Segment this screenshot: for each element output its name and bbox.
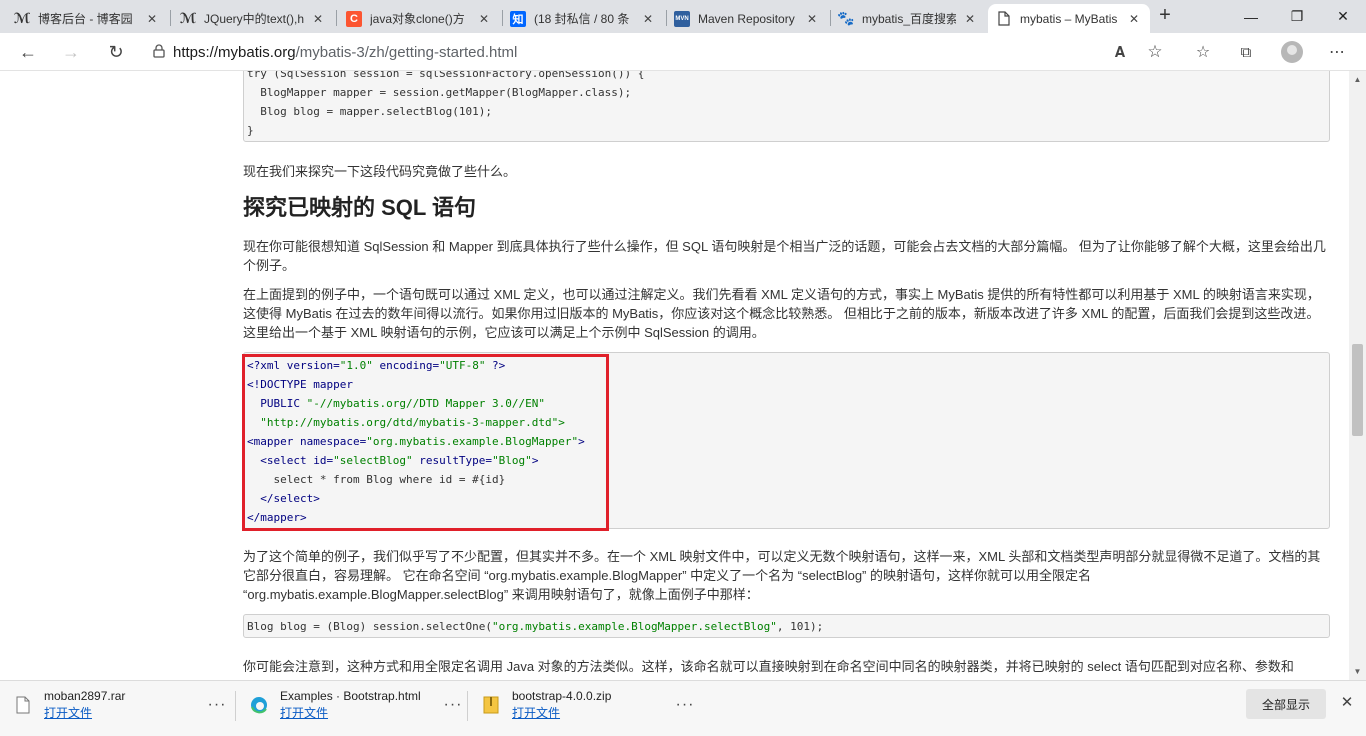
more-menu-icon[interactable]: ⋯ [1322, 37, 1352, 67]
code-line: try (SqlSession session = sqlSessionFact… [247, 71, 645, 80]
tab-jquery-text[interactable]: ℳ JQuery中的text(),h ✕ [172, 4, 334, 33]
close-icon[interactable]: ✕ [640, 12, 656, 26]
scroll-down-icon[interactable]: ▼ [1349, 663, 1366, 680]
new-tab-button[interactable]: + [1155, 5, 1175, 26]
code-line: } [247, 124, 254, 137]
download-item[interactable]: moban2897.rar 打开文件 ··· [0, 681, 232, 729]
collections-icon[interactable]: ⧉ [1231, 37, 1261, 67]
close-icon[interactable]: ✕ [310, 12, 326, 26]
section-heading: 探究已映射的 SQL 语句 [243, 195, 477, 220]
tab-title: mybatis – MyBatis [1020, 11, 1118, 26]
forward-icon[interactable]: → [56, 37, 86, 67]
address-bar[interactable]: https://mybatis.org/mybatis-3/zh/getting… [145, 37, 1175, 67]
tab-baidu-search[interactable]: 🐾 mybatis_百度搜索 ✕ [830, 4, 986, 33]
minimize-icon[interactable]: — [1228, 0, 1274, 33]
code-block-selectone: Blog blog = (Blog) session.selectOne("or… [243, 614, 1330, 638]
back-icon[interactable]: ← [13, 37, 43, 67]
close-download-bar-icon[interactable]: ✕ [1336, 693, 1358, 715]
more-options-icon[interactable]: ··· [438, 696, 468, 714]
baidu-icon: 🐾 [837, 10, 855, 26]
tab-mybatis-active[interactable]: mybatis – MyBatis ✕ [988, 4, 1150, 33]
download-item[interactable]: bootstrap-4.0.0.zip 打开文件 ··· [468, 681, 700, 729]
close-icon[interactable]: ✕ [1126, 12, 1142, 26]
bokeyuan-icon: ℳ [179, 10, 197, 26]
open-file-link[interactable]: 打开文件 [44, 705, 202, 722]
paragraph-explore: 现在我们来探究一下这段代码究竟做了些什么。 [243, 164, 517, 179]
more-options-icon[interactable]: ··· [202, 696, 232, 714]
close-icon[interactable]: ✕ [962, 12, 978, 26]
code-line: BlogMapper mapper = session.getMapper(Bl… [247, 86, 632, 99]
paragraph-namespace: 你可能会注意到，这种方式和用全限定名调用 Java 对象的方法类似。这样，该命名… [243, 659, 1294, 674]
red-highlight-box [242, 354, 609, 531]
download-item[interactable]: Examples · Bootstrap.html 打开文件 ··· [236, 681, 468, 729]
favorite-star-icon[interactable]: ☆ [1140, 37, 1170, 67]
open-file-link[interactable]: 打开文件 [280, 705, 438, 722]
tab-title: Maven Repository [698, 11, 795, 26]
close-icon[interactable]: ✕ [144, 12, 160, 26]
archive-file-icon [12, 694, 34, 716]
download-filename: Examples · Bootstrap.html [280, 689, 421, 703]
profile-avatar[interactable] [1277, 37, 1307, 67]
tab-title: (18 封私信 / 80 条 [534, 12, 630, 26]
read-aloud-icon[interactable]: 𝐀 [1105, 37, 1135, 67]
mvn-icon: MVN [674, 10, 690, 27]
close-icon[interactable]: ✕ [476, 12, 492, 26]
zip-file-icon [480, 694, 502, 716]
url-host: https://mybatis.org [173, 43, 296, 61]
page-icon [996, 11, 1012, 27]
browser-toolbar: ← → ↻ https://mybatis.org/mybatis-3/zh/g… [0, 33, 1366, 71]
more-options-icon[interactable]: ··· [670, 696, 700, 714]
download-bar: moban2897.rar 打开文件 ··· Examples · Bootst… [0, 680, 1366, 736]
tab-title: JQuery中的text(),h [204, 12, 304, 26]
code-line: Blog blog = mapper.selectBlog(101); [247, 105, 493, 118]
show-all-downloads-button[interactable]: 全部显示 [1246, 689, 1326, 719]
tab-strip: ℳ 博客后台 - 博客园 ✕ ℳ JQuery中的text(),h ✕ C ja… [0, 0, 1366, 33]
favorites-list-icon[interactable]: ☆ [1188, 37, 1218, 67]
vertical-scrollbar[interactable]: ▲ ▼ [1349, 71, 1366, 680]
zhihu-icon: 知 [510, 10, 526, 27]
page-viewport: try (SqlSession session = sqlSessionFact… [0, 71, 1349, 680]
download-filename: moban2897.rar [44, 689, 126, 703]
scrollbar-thumb[interactable] [1352, 344, 1363, 436]
bokeyuan-icon: ℳ [13, 10, 31, 26]
close-icon[interactable]: ✕ [804, 12, 820, 26]
paragraph-intro: 现在你可能很想知道 SqlSession 和 Mapper 到底具体执行了些什么… [243, 239, 1326, 273]
paragraph-explanation: 为了这个简单的例子，我们似乎写了不少配置，但其实并不多。在一个 XML 映射文件… [243, 549, 1321, 602]
url-path: /mybatis-3/zh/getting-started.html [295, 43, 518, 61]
tab-java-clone[interactable]: C java对象clone()方 ✕ [338, 4, 500, 33]
edge-browser-icon [248, 694, 270, 716]
tab-title: mybatis_百度搜索 [862, 12, 956, 26]
scroll-up-icon[interactable]: ▲ [1349, 71, 1366, 88]
close-window-icon[interactable]: ✕ [1320, 0, 1366, 33]
code-block-java: try (SqlSession session = sqlSessionFact… [243, 71, 1330, 142]
open-file-link[interactable]: 打开文件 [512, 705, 670, 722]
restore-icon[interactable]: ❐ [1274, 0, 1320, 33]
tab-title: java对象clone()方 [370, 12, 465, 26]
tab-bokeyuan-admin[interactable]: ℳ 博客后台 - 博客园 ✕ [6, 4, 168, 33]
paragraph-xml-definition: 在上面提到的例子中，一个语句既可以通过 XML 定义，也可以通过注解定义。我们先… [243, 287, 1320, 340]
tab-maven-repository[interactable]: MVN Maven Repository ✕ [666, 4, 828, 33]
tab-title: 博客后台 - 博客园 [38, 12, 133, 26]
download-filename: bootstrap-4.0.0.zip [512, 689, 612, 703]
tab-zhihu[interactable]: 知 (18 封私信 / 80 条 ✕ [502, 4, 664, 33]
lock-icon[interactable] [145, 43, 173, 61]
csdn-icon: C [346, 10, 362, 27]
refresh-icon[interactable]: ↻ [101, 37, 131, 67]
